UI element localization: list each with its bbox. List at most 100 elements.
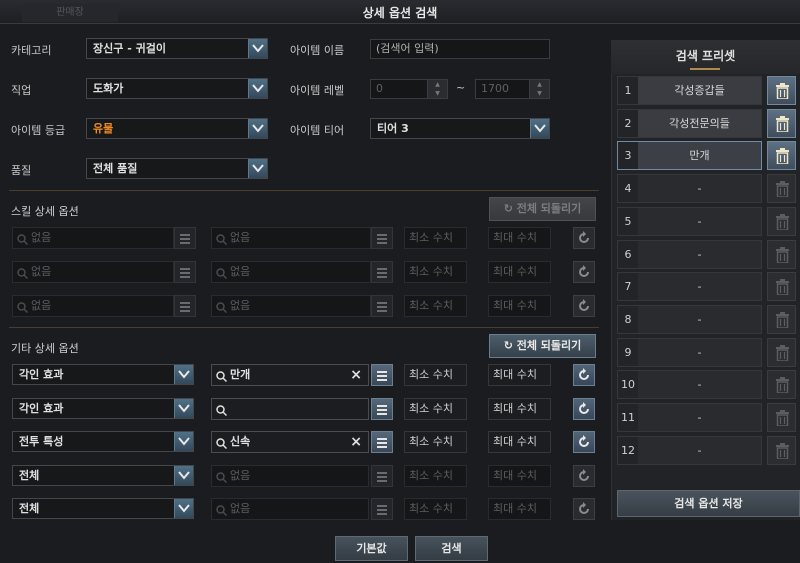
list-icon[interactable] <box>371 364 393 386</box>
skill-reset-all-button[interactable]: ↻ 전체 되돌리기 <box>489 197 596 221</box>
list-icon[interactable] <box>174 295 196 317</box>
level-max-spinner[interactable]: ▲ ▼ <box>529 80 549 98</box>
trash-icon[interactable] <box>767 239 796 269</box>
effect-search-input[interactable]: 없음 <box>211 464 369 487</box>
skill-search-input[interactable]: 없음 <box>12 295 174 317</box>
effect-type-dropdown[interactable]: 전투 특성 <box>12 431 194 452</box>
min-value-input[interactable]: 최소 수치 <box>404 431 467 453</box>
preset-item[interactable]: 12 - <box>617 435 762 465</box>
trash-icon[interactable] <box>767 76 796 105</box>
default-button[interactable]: 기본값 <box>335 536 408 561</box>
trash-icon[interactable] <box>767 403 796 432</box>
preset-item[interactable]: 11 - <box>617 403 762 432</box>
max-value-input[interactable]: 최대 수치 <box>488 227 551 249</box>
reset-icon[interactable] <box>573 227 595 249</box>
preset-item[interactable]: 4 - <box>617 174 762 204</box>
reset-icon[interactable] <box>573 397 595 420</box>
skill-search-input[interactable]: 없음 <box>12 227 174 249</box>
max-value-input[interactable]: 최대 수치 <box>488 295 551 317</box>
effect-type-dropdown[interactable]: 각인 효과 <box>12 397 194 419</box>
min-value-input[interactable]: 최소 수치 <box>404 464 467 487</box>
effect-type-dropdown[interactable]: 각인 효과 <box>12 364 194 385</box>
min-value-input[interactable]: 최소 수치 <box>404 261 467 283</box>
reset-icon[interactable] <box>573 464 595 487</box>
list-icon[interactable] <box>174 227 196 249</box>
trash-icon[interactable] <box>767 435 796 465</box>
list-icon[interactable] <box>371 261 393 283</box>
preset-item[interactable]: 5 - <box>617 206 762 236</box>
skill-search-input[interactable]: 없음 <box>12 261 174 283</box>
trash-icon[interactable] <box>767 174 796 204</box>
effect-search-input[interactable]: 없음 <box>211 498 369 520</box>
trash-icon[interactable] <box>767 206 796 236</box>
effect-search-input[interactable] <box>211 397 369 423</box>
arrow-down-icon[interactable]: ▼ <box>530 89 549 98</box>
class-dropdown[interactable]: 도화가 <box>86 78 268 99</box>
clear-icon[interactable]: × <box>350 365 362 385</box>
effect-type-dropdown[interactable]: 전체 <box>12 464 194 486</box>
preset-item[interactable]: 7 - <box>617 272 762 302</box>
effect-type-dropdown[interactable]: 전체 <box>12 498 194 519</box>
max-value-input[interactable]: 최대 수치 <box>488 364 551 386</box>
list-icon[interactable] <box>371 397 393 420</box>
min-value-input[interactable]: 최소 수치 <box>404 295 467 317</box>
max-value-input[interactable]: 최대 수치 <box>488 261 551 283</box>
skill-option-input[interactable]: 없음 <box>211 295 371 317</box>
preset-name: - <box>638 436 761 464</box>
tier-dropdown[interactable]: 티어 3 <box>370 118 550 139</box>
preset-item[interactable]: 8 - <box>617 304 762 334</box>
preset-item[interactable]: 3 만개 <box>617 141 762 171</box>
max-value-input[interactable]: 최대 수치 <box>488 498 551 520</box>
item-name-input[interactable]: (검색어 입력) <box>370 39 550 59</box>
quality-dropdown[interactable]: 전체 품질 <box>86 158 268 179</box>
preset-item[interactable]: 9 - <box>617 337 762 367</box>
grade-dropdown[interactable]: 유물 <box>86 118 268 139</box>
list-icon[interactable] <box>371 464 393 487</box>
skill-option-input[interactable]: 없음 <box>211 227 371 249</box>
trash-icon[interactable] <box>767 108 796 138</box>
max-value-input[interactable]: 최대 수치 <box>488 431 551 453</box>
list-icon[interactable] <box>174 261 196 283</box>
preset-item[interactable]: 2 각성전문의들 <box>617 108 762 138</box>
max-value-input[interactable]: 최대 수치 <box>488 397 551 420</box>
preset-item[interactable]: 6 - <box>617 239 762 269</box>
effect-type-value: 각인 효과 <box>19 401 64 415</box>
reset-icon[interactable] <box>573 364 595 386</box>
list-icon[interactable] <box>371 498 393 520</box>
trash-icon[interactable] <box>767 272 796 302</box>
reset-icon[interactable] <box>573 431 595 453</box>
list-icon[interactable] <box>371 431 393 453</box>
list-icon[interactable] <box>371 295 393 317</box>
effect-search-input[interactable]: 만개 × <box>211 364 369 386</box>
level-max-input[interactable]: 1700 ▲ ▼ <box>475 79 550 99</box>
arrow-down-icon[interactable]: ▼ <box>428 89 447 98</box>
effect-search-input[interactable]: 신속 × <box>211 431 369 453</box>
search-button[interactable]: 검색 <box>415 536 488 561</box>
save-search-options-button[interactable]: 검색 옵션 저장 <box>617 490 800 517</box>
arrow-up-icon[interactable]: ▲ <box>530 80 549 89</box>
level-min-input[interactable]: 0 ▲ ▼ <box>370 79 448 99</box>
preset-item[interactable]: 10 - <box>617 370 762 400</box>
category-dropdown[interactable]: 장신구 - 귀걸이 <box>86 38 268 59</box>
etc-reset-all-button[interactable]: ↻ 전체 되돌리기 <box>489 334 596 358</box>
max-value-input[interactable]: 최대 수치 <box>488 464 551 487</box>
skill-option-input[interactable]: 없음 <box>211 261 371 283</box>
list-icon[interactable] <box>371 227 393 249</box>
min-value-input[interactable]: 최소 수치 <box>404 364 467 386</box>
min-value-input[interactable]: 최소 수치 <box>404 397 467 420</box>
trash-icon[interactable] <box>767 370 796 400</box>
preset-item[interactable]: 1 각성증갑들 <box>617 76 762 105</box>
min-value-input[interactable]: 최소 수치 <box>404 498 467 520</box>
search-icon <box>216 403 228 423</box>
trash-icon[interactable] <box>767 141 796 171</box>
arrow-up-icon[interactable]: ▲ <box>428 80 447 89</box>
reset-icon[interactable] <box>573 261 595 283</box>
effect-type-value: 전체 <box>19 468 40 482</box>
reset-icon[interactable] <box>573 498 595 520</box>
trash-icon[interactable] <box>767 337 796 367</box>
clear-icon[interactable]: × <box>350 432 362 452</box>
reset-icon[interactable] <box>573 295 595 317</box>
min-value-input[interactable]: 최소 수치 <box>404 227 467 249</box>
trash-icon[interactable] <box>767 304 796 334</box>
level-min-spinner[interactable]: ▲ ▼ <box>427 80 447 98</box>
